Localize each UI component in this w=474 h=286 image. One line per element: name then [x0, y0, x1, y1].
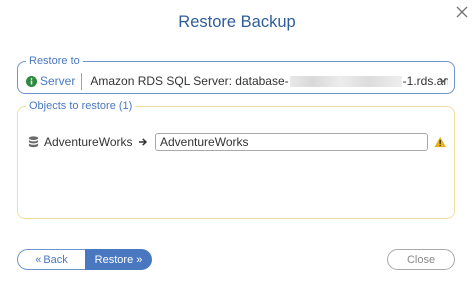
server-value-prefix: Amazon RDS SQL Server: database- [90, 74, 289, 88]
redacted-hostname [289, 75, 402, 87]
restore-to-legend: Restore to [29, 55, 80, 67]
double-chevron-left-icon: « [35, 253, 42, 266]
divider [81, 72, 83, 90]
arrow-right-icon [139, 138, 148, 146]
server-type-label: Server [40, 74, 76, 88]
source-database-name: AdventureWorks [44, 135, 133, 149]
database-icon [28, 136, 39, 148]
server-value: Amazon RDS SQL Server: database- -1.rds.… [90, 74, 448, 88]
target-database-input[interactable] [155, 133, 428, 151]
back-button[interactable]: « Back [17, 249, 85, 270]
objects-legend: Objects to restore (1) [29, 100, 133, 112]
back-button-label: Back [43, 253, 68, 266]
chevron-down-icon[interactable] [438, 75, 448, 85]
restore-button-label: Restore [94, 253, 134, 266]
warning-icon [434, 136, 446, 148]
close-button[interactable]: Close [387, 249, 455, 270]
restore-to-group: Restore to Server Amazon RDS SQL Server:… [17, 55, 455, 94]
dialog-title: Restore Backup [178, 13, 296, 31]
server-select[interactable]: Server Amazon RDS SQL Server: database- … [26, 70, 448, 92]
list-item: AdventureWorks [28, 132, 446, 152]
objects-group: Objects to restore (1) AdventureWorks [17, 100, 455, 219]
info-icon [26, 75, 37, 87]
restore-button[interactable]: Restore » [85, 249, 152, 270]
double-chevron-right-icon: » [136, 253, 143, 266]
